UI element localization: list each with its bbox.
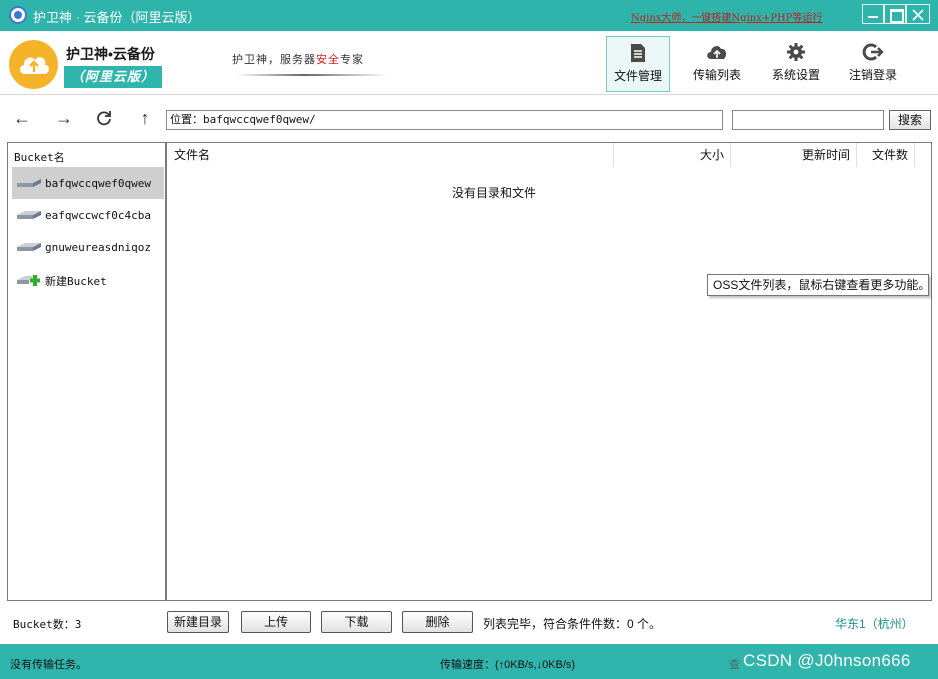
close-button[interactable]	[906, 4, 930, 24]
status-link[interactable]: 查	[729, 656, 740, 672]
nav-label: 传输列表	[692, 68, 741, 82]
maximize-button[interactable]	[884, 4, 906, 24]
back-arrow-icon[interactable]: ←	[12, 108, 32, 128]
slogan-highlight: 安全	[316, 53, 340, 66]
up-arrow-icon[interactable]: ↑	[135, 108, 155, 128]
status-bar: 没有传输任务。 传输速度：(↑0KB/s,↓0KB/s) 查 CSDN @J0h…	[0, 644, 938, 679]
tooltip: OSS文件列表，鼠标右键查看更多功能。	[707, 274, 930, 296]
column-header-updated[interactable]: 更新时间	[731, 143, 857, 167]
brand-name: 护卫神•云备份	[66, 46, 155, 62]
forward-arrow-icon[interactable]: →	[54, 108, 74, 128]
bucket-column-header: Bucket名	[14, 151, 65, 164]
add-bucket-icon	[17, 275, 40, 286]
nav-system-settings[interactable]: 系统设置	[765, 36, 827, 92]
column-header-filename[interactable]: 文件名	[167, 143, 614, 167]
nav-file-management[interactable]: 文件管理	[606, 36, 670, 92]
title-bar: 护卫神 · 云备份（阿里云版） Nginx大师，一键搭建Nginx+PHP等运行	[0, 0, 938, 31]
brand-tag: （阿里云版）	[64, 66, 162, 88]
path-label: 位置：	[170, 113, 203, 126]
bucket-name: eafqwccwcf0c4cba	[45, 209, 151, 222]
upload-button[interactable]: 上传	[241, 611, 311, 633]
close-icon	[912, 9, 924, 21]
cloud-logo-icon	[9, 40, 58, 89]
new-bucket-label: 新建Bucket	[45, 275, 107, 288]
app-header: 护卫神•云备份 （阿里云版） 护卫神，服务器安全专家 文件管理 传输列表 系统设…	[0, 31, 938, 95]
bucket-item[interactable]: eafqwccwcf0c4cba	[12, 199, 164, 231]
bucket-disk-icon	[17, 243, 41, 251]
slogan-text-before: 护卫神，服务器	[232, 53, 316, 66]
window-title: 护卫神 · 云备份（阿里云版）	[33, 10, 201, 25]
slogan-text-after: 专家	[340, 53, 364, 66]
path-input[interactable]: 位置：bafqwccqwef0qwew/	[166, 110, 723, 130]
file-list-panel[interactable]: 文件名 大小 更新时间 文件数 没有目录和文件 OSS文件列表，鼠标右键查看更多…	[166, 142, 932, 601]
list-status: 列表完毕，符合条件件数：0 个。	[483, 617, 662, 631]
path-toolbar: ← → ↑ 位置：bafqwccqwef0qwew/ 搜索	[0, 96, 938, 140]
bucket-count: Bucket数：3	[13, 618, 82, 631]
nav-label: 系统设置	[771, 68, 820, 82]
transfer-speed: 传输速度：(↑0KB/s,↓0KB/s)	[440, 659, 576, 671]
slogan: 护卫神，服务器安全专家	[232, 51, 364, 67]
path-value: bafqwccqwef0qwew/	[203, 113, 316, 126]
minimize-button[interactable]	[862, 4, 884, 24]
logout-icon	[862, 43, 884, 61]
bucket-name: bafqwccqwef0qwew	[45, 177, 151, 190]
nav-transfer-list[interactable]: 传输列表	[686, 36, 748, 92]
bucket-name: gnuweureasdniqoz	[45, 241, 151, 254]
app-logo-icon	[9, 6, 27, 24]
gear-icon	[787, 43, 805, 61]
new-directory-button[interactable]: 新建目录	[167, 611, 229, 633]
nav-label: 注销登录	[848, 68, 897, 82]
cloud-upload-icon	[707, 46, 727, 59]
bucket-item[interactable]: bafqwccqwef0qwew	[12, 167, 164, 199]
transfer-status: 没有传输任务。	[10, 659, 87, 671]
bucket-disk-icon	[17, 211, 41, 219]
promo-link[interactable]: Nginx大师，一键搭建Nginx+PHP等运行	[631, 9, 822, 24]
refresh-icon[interactable]	[94, 108, 114, 128]
search-button[interactable]: 搜索	[889, 110, 931, 130]
delete-button[interactable]: 删除	[402, 611, 473, 633]
nav-logout[interactable]: 注销登录	[842, 36, 904, 92]
download-button[interactable]: 下载	[321, 611, 392, 633]
bucket-disk-icon	[17, 179, 41, 187]
slogan-underline	[236, 74, 388, 76]
search-input[interactable]	[732, 110, 884, 130]
column-header-size[interactable]: 大小	[615, 143, 731, 167]
column-header-file-count[interactable]: 文件数	[857, 143, 915, 167]
new-bucket-item[interactable]: 新建Bucket	[12, 263, 164, 295]
region-label[interactable]: 华东1（杭州）	[835, 615, 914, 632]
nav-label: 文件管理	[613, 69, 662, 83]
bucket-item[interactable]: gnuweureasdniqoz	[12, 231, 164, 263]
bucket-panel: Bucket名 bafqwccqwef0qwew eafqwccwcf0c4cb…	[7, 142, 166, 601]
empty-message: 没有目录和文件	[451, 186, 536, 200]
watermark: CSDN @J0hnson666	[743, 651, 911, 670]
document-icon	[631, 44, 645, 62]
